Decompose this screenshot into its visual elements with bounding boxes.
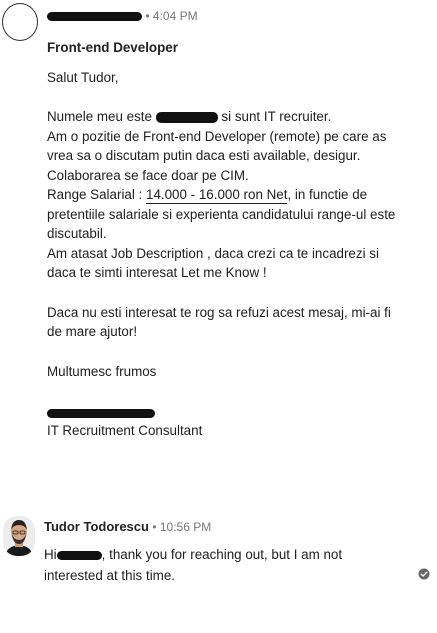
- salary-value: 14.000 - 16.000 ron Net: [146, 187, 288, 204]
- person-avatar-icon[interactable]: [3, 516, 35, 556]
- message-subject: Front-end Developer: [47, 40, 178, 55]
- contract-line: Colaborarea se face doar pe CIM.: [47, 167, 249, 183]
- reply-sender-name[interactable]: Tudor Todorescu: [44, 519, 149, 534]
- salary-prefix: Range Salarial :: [47, 187, 146, 202]
- intro-suffix: si sunt IT recruiter.: [221, 109, 332, 124]
- dot-separator: •: [152, 520, 160, 534]
- salary-line: Range Salarial : 14.000 - 16.000 ron Net…: [47, 185, 397, 244]
- dot-separator: •: [145, 9, 153, 23]
- redacted-name: [155, 111, 218, 123]
- sender-avatar[interactable]: [2, 3, 38, 41]
- redacted-signature: [47, 409, 155, 419]
- message-body: Front-end Developer Salut Tudor, Numele …: [47, 38, 397, 441]
- reply-header: Tudor Todorescu • 10:56 PM: [44, 519, 211, 534]
- signature-name: [47, 401, 397, 421]
- redacted-sender-name: [47, 12, 142, 22]
- job-description-line: Am atasat Job Description , daca crezi c…: [47, 245, 379, 281]
- decline-request-line: Daca nu esti interesat te rog sa refuzi …: [47, 304, 391, 340]
- signature-role: IT Recruitment Consultant: [47, 423, 203, 438]
- message-header: • 4:04 PM: [47, 9, 198, 23]
- reply-time: 10:56 PM: [159, 520, 212, 534]
- redacted-recipient-name: [56, 550, 102, 560]
- thanks-line: Multumesc frumos: [47, 363, 157, 379]
- intro-prefix: Numele meu este: [47, 109, 152, 124]
- position-line: Am o pozitie de Front-end Developer (rem…: [47, 128, 387, 164]
- intro-line: Numele meu este si sunt IT recruiter.: [47, 107, 397, 127]
- greeting: Salut Tudor,: [47, 69, 119, 85]
- reply-body: Hi, thank you for reaching out, but I am…: [44, 545, 384, 586]
- message-time: 4:04 PM: [152, 9, 198, 23]
- reply-prefix: Hi: [44, 547, 57, 562]
- check-circle-icon: [418, 568, 430, 580]
